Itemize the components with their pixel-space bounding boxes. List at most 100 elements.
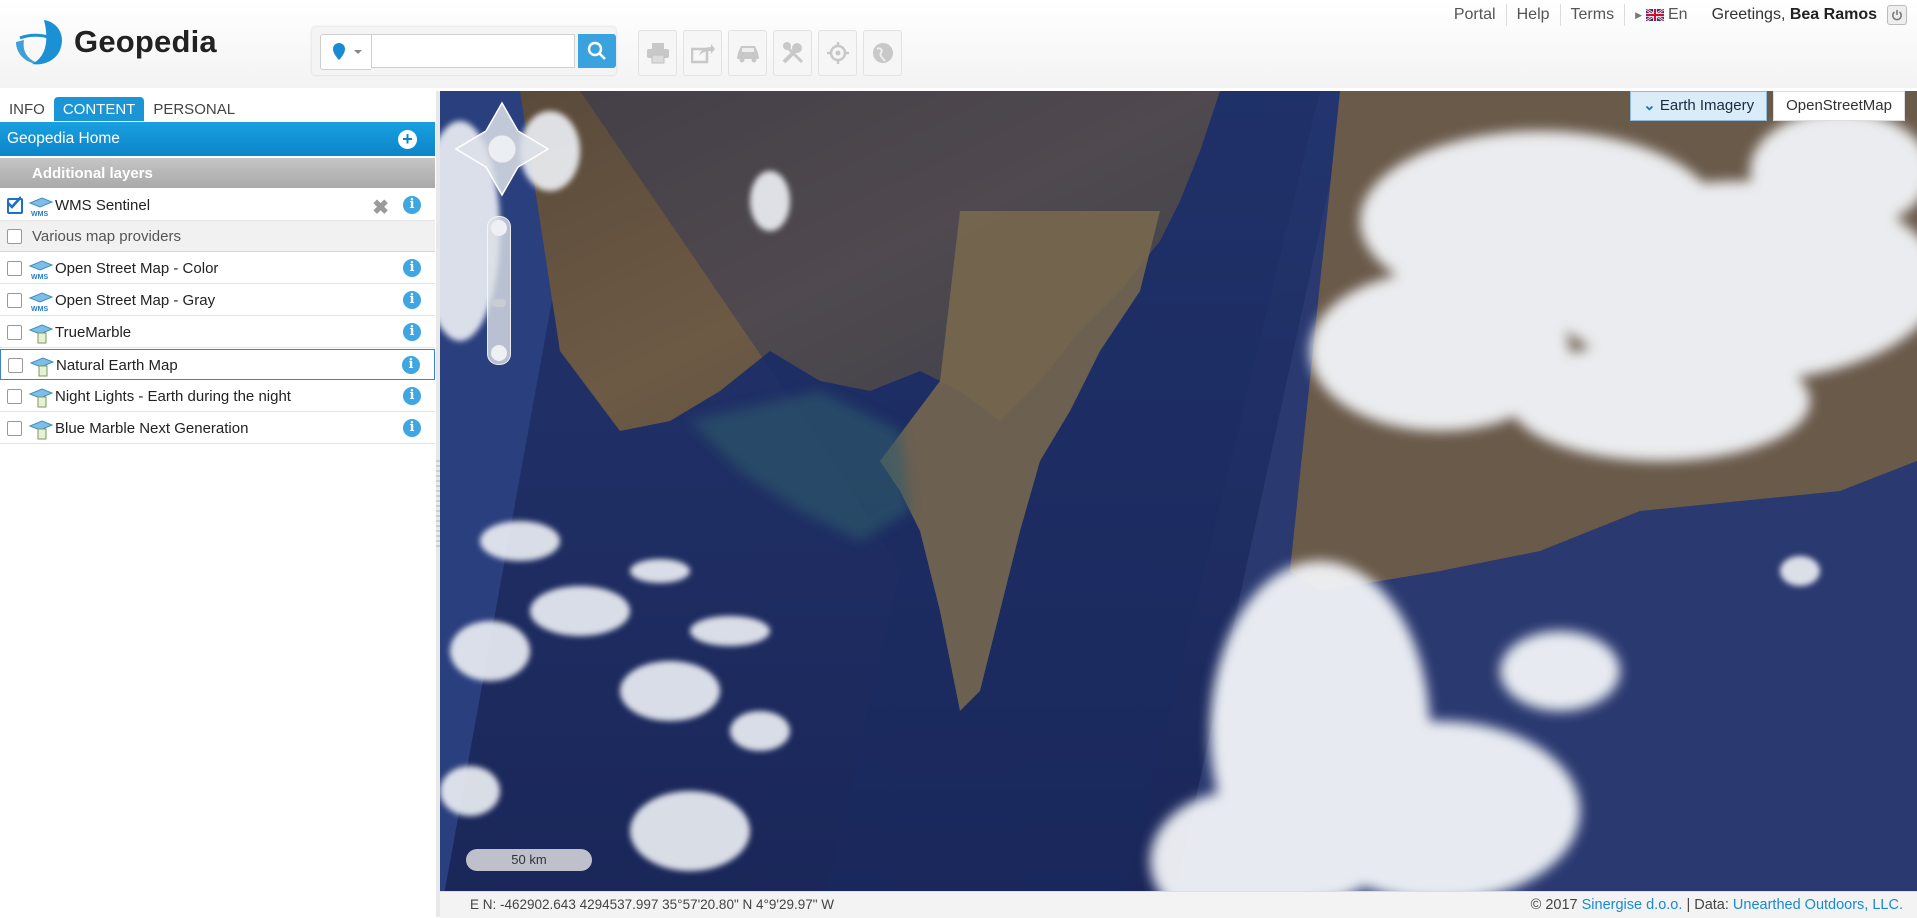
search-type-dropdown[interactable] [320,34,371,70]
basemap-earth-imagery[interactable]: ⌄ Earth Imagery [1630,91,1768,121]
tools-icon [782,42,803,64]
geopedia-logo-icon [16,20,63,65]
add-layer-icon[interactable]: + [398,130,417,149]
share-button[interactable] [683,30,722,76]
layer-label: WMS Sentinel [55,197,151,214]
info-icon[interactable]: i [403,387,421,405]
layer-row-wms-sentinel[interactable]: WMS WMS Sentinel ✖ i [0,190,435,221]
data-source-link[interactable]: Unearthed Outdoors, LLC. [1733,897,1903,913]
globe-icon [872,43,893,63]
layer-checkbox[interactable] [7,229,22,244]
app-logo[interactable]: Geopedia [14,16,217,68]
share-icon [690,44,715,64]
layer-label: Night Lights - Earth during the night [55,388,291,405]
panel-title: Geopedia Home [7,130,120,147]
svg-text:WMS: WMS [31,306,48,312]
layer-checkbox[interactable] [7,196,23,214]
svg-text:WMS: WMS [31,274,48,280]
layer-checkbox[interactable] [8,358,23,373]
zoom-in-icon[interactable] [491,220,507,236]
layer-checkbox[interactable] [7,421,22,436]
tab-info[interactable]: INFO [0,97,54,121]
layer-label: Blue Marble Next Generation [55,420,249,437]
sinergise-link[interactable]: Sinergise d.o.o. [1582,897,1683,913]
top-navigation: Portal Help Terms ▶ En Greetings, Bea Ra… [1444,4,1907,26]
zoom-handle[interactable] [492,299,506,307]
help-link[interactable]: Help [1507,4,1561,26]
terms-link[interactable]: Terms [1561,4,1626,26]
map-layer-icon [28,420,54,440]
uk-flag-icon [1646,9,1664,21]
layer-group-various-providers[interactable]: Various map providers [0,221,435,252]
layer-label: TrueMarble [55,324,132,341]
coordinate-readout: E N: -462902.643 4294537.997 35°57'20.80… [470,897,835,912]
pan-control[interactable] [454,101,550,197]
power-icon [1892,10,1902,21]
wms-layer-icon: WMS [28,197,54,217]
map-layer-icon [29,357,55,377]
car-routing-icon [736,46,759,63]
user-greeting: Greetings, Bea Ramos [1698,6,1883,24]
layer-row-truemarble[interactable]: TrueMarble i [0,317,435,348]
info-icon[interactable]: i [403,259,421,277]
chevron-down-icon: ⌄ [1643,97,1656,114]
info-icon[interactable]: i [403,323,421,341]
app-header: Geopedia Portal Help Terms ▶ En Greeting… [0,0,1917,88]
search-icon [587,41,606,60]
tab-personal[interactable]: PERSONAL [144,97,244,121]
wms-layer-icon: WMS [28,292,54,312]
map-layer-icon [28,324,54,344]
layer-row-natural-earth[interactable]: Natural Earth Map i [0,349,435,380]
info-icon[interactable]: i [402,356,420,374]
layer-group-header[interactable]: Additional layers [0,158,435,188]
greeting-prefix: Greetings, [1711,6,1786,23]
layer-checkbox[interactable] [7,293,22,308]
print-icon [646,43,669,64]
layer-label: Natural Earth Map [56,357,178,374]
info-icon[interactable]: i [403,419,421,437]
layer-checkbox[interactable] [7,325,22,340]
app-name: Geopedia [74,24,217,59]
print-button[interactable] [638,30,677,76]
svg-text:WMS: WMS [31,211,48,217]
tools-button[interactable] [773,30,812,76]
location-pin-icon [333,43,362,60]
map-layer-icon [28,388,54,408]
globe-button[interactable] [863,30,902,76]
basemap-openstreetmap[interactable]: OpenStreetMap [1773,91,1905,121]
layer-label: Open Street Map - Gray [55,292,216,309]
layer-row-blue-marble[interactable]: Blue Marble Next Generation i [0,413,435,444]
locate-button[interactable] [818,30,857,76]
layer-row-night-lights[interactable]: Night Lights - Earth during the night i [0,381,435,412]
copyright-year: © 2017 [1530,897,1578,913]
search-input[interactable] [371,34,575,68]
sidebar-tabs: INFO CONTENT PERSONAL [0,93,435,121]
locate-icon [826,42,849,64]
user-name[interactable]: Bea Ramos [1790,6,1877,23]
info-icon[interactable]: i [403,291,421,309]
search-button[interactable] [578,34,616,68]
info-icon[interactable]: i [403,196,421,214]
tab-content[interactable]: CONTENT [53,97,145,121]
layer-checkbox[interactable] [7,389,22,404]
status-bar: E N: -462902.643 4294537.997 35°57'20.80… [440,891,1917,918]
remove-layer-icon[interactable]: ✖ [372,195,389,220]
wms-layer-icon: WMS [28,260,54,280]
zoom-slider[interactable] [487,216,511,365]
layer-row-osm-color[interactable]: WMS Open Street Map - Color i [0,253,435,284]
toolbar [638,30,902,76]
basemap-switcher: ⌄ Earth Imagery OpenStreetMap [1630,91,1905,121]
layer-checkbox[interactable] [7,261,22,276]
zoom-out-icon[interactable] [491,345,507,361]
search-box [312,27,616,75]
content-panel-header[interactable]: Geopedia Home + [0,122,435,156]
routing-button[interactable] [728,30,767,76]
map-view[interactable]: ⌄ Earth Imagery OpenStreetMap 50 km [440,91,1917,917]
language-selector[interactable]: ▶ En [1625,4,1698,26]
logout-button[interactable] [1887,5,1907,25]
basemap-label: Earth Imagery [1659,97,1755,114]
portal-link[interactable]: Portal [1444,4,1507,26]
checkmark-icon [7,196,21,209]
satellite-imagery [440,91,1917,917]
layer-row-osm-gray[interactable]: WMS Open Street Map - Gray i [0,285,435,316]
